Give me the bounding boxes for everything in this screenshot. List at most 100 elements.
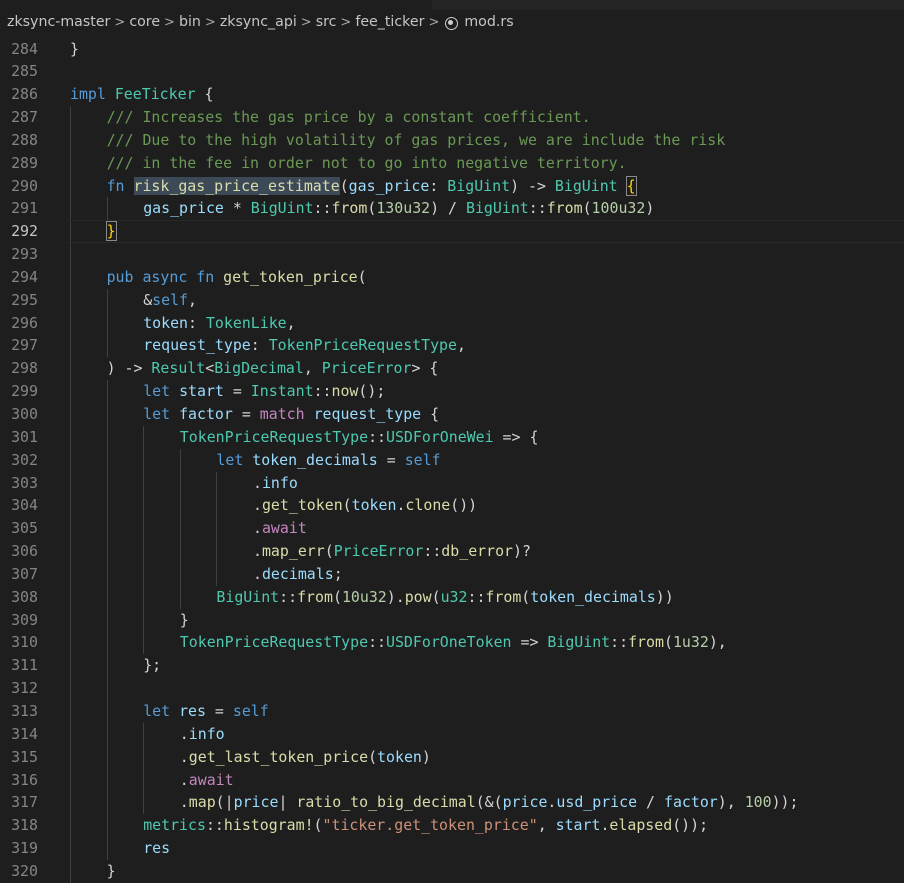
line-number: 291 <box>11 199 38 218</box>
indent-guide <box>70 265 71 289</box>
breadcrumb-item-core[interactable]: core <box>129 14 160 30</box>
breadcrumb-item-file[interactable]: mod.rs <box>464 14 513 30</box>
line-number: 285 <box>11 62 38 81</box>
line-code: let token_decimals = self <box>216 449 440 472</box>
indent-guide <box>106 380 108 403</box>
code-token: let <box>216 450 244 469</box>
code-token: }; <box>143 656 162 675</box>
indent-guide <box>106 585 108 609</box>
indent-guide <box>106 768 108 792</box>
breadcrumb-item-fee-ticker[interactable]: fee_ticker <box>355 14 424 30</box>
breadcrumb-item-zksync-api[interactable]: zksync_api <box>220 14 297 30</box>
indent-guide <box>143 768 145 792</box>
code-line[interactable]: 288 /// Due to the high volatility of gas… <box>0 128 904 152</box>
code-line[interactable]: 319 res <box>0 837 904 860</box>
line-code: res <box>143 837 170 860</box>
indent-guide <box>179 517 181 541</box>
line-number: 302 <box>11 450 38 469</box>
code-token: ). <box>386 587 405 606</box>
code-line[interactable]: 290 fn risk_gas_price_estimate(gas_price:… <box>0 174 904 198</box>
code-token: FeeTicker <box>114 85 196 104</box>
code-line[interactable]: 293 <box>0 243 904 266</box>
code-line[interactable]: 304 .get_token(token.clone()) <box>0 494 904 518</box>
code-token: , <box>188 290 197 309</box>
line-code: } <box>180 609 189 632</box>
code-line[interactable]: 284} <box>0 38 904 61</box>
code-line[interactable]: 316 .await <box>0 768 904 792</box>
indent-guide <box>216 494 218 518</box>
code-line[interactable]: 313 let res = self <box>0 699 904 723</box>
breadcrumb-item-root[interactable]: zksync-master <box>7 14 110 30</box>
code-editor[interactable]: 284} 285 286 impl FeeTicker {287/// Increas… <box>0 38 904 883</box>
line-number: 314 <box>11 724 38 743</box>
line-number: 318 <box>11 816 38 835</box>
code-line[interactable]: 320} <box>0 859 904 883</box>
line-number: 312 <box>11 679 38 698</box>
code-line[interactable]: 309} <box>0 608 904 632</box>
code-token: PriceError <box>321 359 412 378</box>
indent-guide <box>70 585 71 609</box>
code-line[interactable]: 294 pub async fn get_token_price( <box>0 265 904 289</box>
code-line[interactable]: 302 let token_decimals = self <box>0 448 904 472</box>
code-token: ratio_to_big_decimal <box>296 793 476 812</box>
code-token: : <box>250 336 269 355</box>
code-line[interactable]: 308 BigUint::from(10u32).pow(u32::from(to… <box>0 585 904 609</box>
indent-guide <box>106 288 108 312</box>
indent-guide <box>70 334 71 358</box>
code-line[interactable]: 299 let start = Instant::now(); <box>0 380 904 403</box>
indent-guide <box>179 448 181 472</box>
code-line[interactable]: 312 <box>0 677 904 700</box>
code-token: | <box>278 793 297 812</box>
code-line[interactable]: 298) -> Result<BigDecimal, PriceError> { <box>0 357 904 381</box>
code-line[interactable]: 317 .map(|price| ratio_to_big_decimal(&(p… <box>0 791 904 815</box>
code-line[interactable]: 303 .info <box>0 471 904 495</box>
code-line[interactable]: 306 .map_err(PriceError::db_error)? <box>0 540 904 563</box>
code-line[interactable]: 301 TokenPriceRequestType::USDForOneWei =… <box>0 425 904 449</box>
indent-guide <box>179 494 181 518</box>
code-line[interactable]: 307 .decimals; <box>0 562 904 586</box>
code-token: . <box>253 542 262 561</box>
line-number: 287 <box>11 108 38 127</box>
code-line[interactable]: 286 impl FeeTicker { <box>0 83 904 106</box>
code-line[interactable]: 305 .await <box>0 517 904 541</box>
indent-guide <box>179 585 181 609</box>
code-line[interactable]: 289 /// in the fee in order not to go int… <box>0 151 904 175</box>
code-token: get_token_price <box>223 267 358 286</box>
line-code: pub async fn get_token_price( <box>107 266 367 289</box>
code-line[interactable]: 287 /// Increases the gas price by a cons… <box>0 106 904 129</box>
line-code: let res = self <box>143 700 269 723</box>
code-line[interactable]: 297 request_type: TokenPriceRequestType, <box>0 334 904 358</box>
code-line[interactable]: 314 .info <box>0 722 904 746</box>
breadcrumb-item-bin[interactable]: bin <box>179 14 201 30</box>
code-line[interactable]: 292} <box>0 220 904 244</box>
line-number: 284 <box>11 39 38 58</box>
code-line[interactable]: 315 .get_last_token_price(token) <box>0 745 904 769</box>
code-token: db_error <box>441 542 514 561</box>
indent-guide <box>179 540 181 563</box>
code-line[interactable]: 291 gas_price * BigUint::from(130u32) / B… <box>0 197 904 221</box>
breadcrumb-item-src[interactable]: src <box>316 14 337 30</box>
code-token: info <box>261 473 298 492</box>
code-line[interactable]: 296 token: TokenLike, <box>0 311 904 335</box>
code-token: :: <box>423 542 442 561</box>
active-tab[interactable] <box>0 0 432 10</box>
line-number: 316 <box>11 770 38 789</box>
line-number: 300 <box>11 405 38 423</box>
code-token: map_err <box>261 542 325 561</box>
code-token: . <box>179 724 189 743</box>
code-line[interactable]: 300 let factor = match request_type { <box>0 403 904 426</box>
indent-guide <box>70 677 71 700</box>
code-token: BigDecimal <box>214 359 304 378</box>
code-line[interactable]: 285 <box>0 60 904 83</box>
code-line[interactable]: 311}; <box>0 654 904 678</box>
code-line[interactable]: 318 metrics::histogram!("ticker.get_token… <box>0 814 904 838</box>
code-line[interactable]: 310 TokenPriceRequestType::USDForOneToken… <box>0 631 904 655</box>
code-token: USDForOneWei <box>386 427 494 446</box>
code-token: match <box>259 405 305 423</box>
line-code: request_type: TokenPriceRequestType, <box>143 334 466 357</box>
code-token: let <box>143 701 171 720</box>
code-line[interactable]: 295 &self, <box>0 288 904 312</box>
indent-guide <box>106 837 108 860</box>
